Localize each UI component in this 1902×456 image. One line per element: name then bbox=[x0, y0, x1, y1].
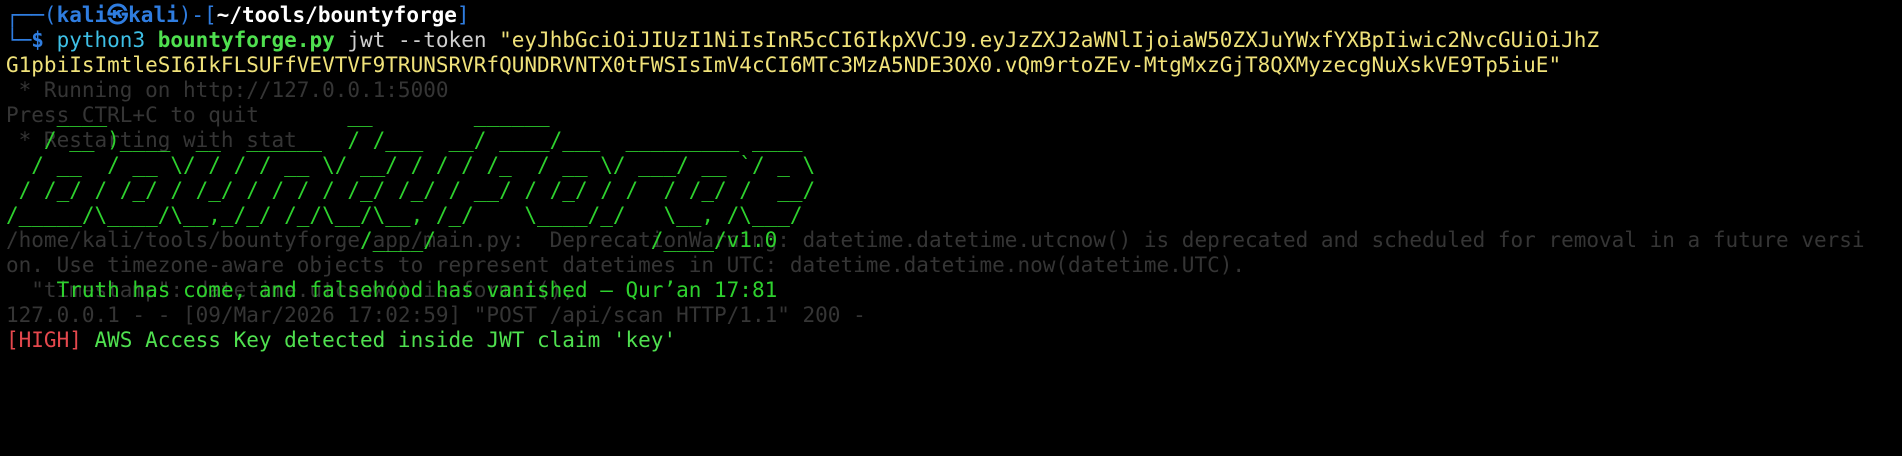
severity-badge: [HIGH] bbox=[6, 328, 82, 352]
prompt-frame-mid: )-[ bbox=[178, 3, 217, 27]
prompt-user: kali bbox=[56, 3, 108, 27]
command-arguments: jwt --token bbox=[334, 28, 500, 52]
prompt-frame-bottom: └─ bbox=[6, 28, 32, 52]
banner-version-line: /____/ /____/v1.0 bbox=[6, 228, 1896, 253]
prompt-frame-top: ┌──( bbox=[6, 3, 57, 27]
command-token-part2: G1pbiIsImtleSI6IkFLSUFfVEVTVF9TRUNSRVRfQ… bbox=[6, 53, 1562, 77]
alert-line: [HIGH] AWS Access Key detected inside JW… bbox=[6, 328, 1896, 353]
prompt-frame-end: ] bbox=[456, 3, 470, 27]
quote-line: Truth has come, and falsehood has vanish… bbox=[6, 278, 1896, 303]
prompt-dollar: $ bbox=[31, 28, 57, 52]
prompt-header-line: ┌──(kali㉿kali)-[~/tools/bountyforge] bbox=[6, 3, 1896, 28]
command-line[interactable]: └─$ python3 bountyforge.py jwt --token "… bbox=[6, 28, 1896, 53]
banner-line: / __ )____ __ ______ / /___ __/ ____/___… bbox=[6, 128, 803, 152]
banner-line: / /_/ / /_/ / /_/ / / / / /_/ /_/ / __/ … bbox=[6, 178, 816, 202]
ascii-banner: ____ __ ______ / __ )____ __ ______ / /_… bbox=[6, 78, 1896, 328]
command-token-part1: "eyJhbGciOiJIUzI1NiIsInR5cCI6IkpXVCJ9.ey… bbox=[499, 28, 1600, 52]
banner-line: /_____/\____/\__,_/_/ /_/\__/\__, /_/ \_… bbox=[6, 203, 803, 227]
banner-line: / __ / __ \/ / / / __ \/ __/ / / / /_ / … bbox=[6, 153, 816, 177]
alert-message: AWS Access Key detected inside JWT claim… bbox=[81, 328, 677, 352]
prompt-directory: ~/tools/bountyforge bbox=[216, 3, 457, 27]
version-label: v1.0 bbox=[726, 228, 778, 252]
command-script: bountyforge.py bbox=[157, 28, 335, 52]
banner-line: /____/ /____/ bbox=[6, 228, 727, 252]
command-binary: python3 bbox=[56, 28, 158, 52]
quote-text: Truth has come, and falsehood has vanish… bbox=[56, 278, 778, 302]
prompt-host: kali bbox=[128, 3, 179, 27]
banner-block: * Running on http://127.0.0.1:5000 Press… bbox=[6, 78, 1896, 328]
command-line-wrap: G1pbiIsImtleSI6IkFLSUFfVEVTVF9TRUNSRVRfQ… bbox=[6, 53, 1896, 78]
terminal-window[interactable]: ┌──(kali㉿kali)-[~/tools/bountyforge] └─$… bbox=[6, 3, 1896, 453]
banner-line: ____ __ ______ bbox=[6, 103, 550, 127]
skull-icon: ㉿ bbox=[107, 3, 129, 27]
